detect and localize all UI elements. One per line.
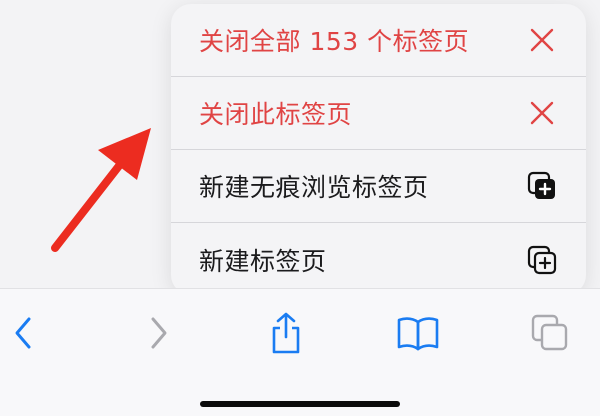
menu-item-label: 关闭此标签页 [199, 100, 353, 129]
back-button[interactable] [2, 311, 46, 355]
chevron-right-icon [151, 317, 167, 349]
close-icon [526, 97, 558, 129]
menu-item-new-private-tab[interactable]: 新建无痕浏览标签页 [171, 150, 586, 223]
tab-context-menu: 关闭全部 153 个标签页 关闭此标签页 新建无痕浏览标签页 新建标签页 [171, 4, 586, 295]
bottom-toolbar [0, 288, 600, 416]
private-tabs-icon [526, 170, 558, 202]
menu-item-label: 新建无痕浏览标签页 [199, 173, 429, 202]
menu-item-new-tab[interactable]: 新建标签页 [171, 223, 586, 295]
menu-item-close-all-tabs[interactable]: 关闭全部 153 个标签页 [171, 4, 586, 77]
menu-item-label: 新建标签页 [199, 246, 327, 276]
bookmarks-button[interactable] [396, 311, 440, 355]
chevron-left-icon [15, 317, 31, 349]
forward-button [136, 311, 180, 355]
menu-item-close-this-tab[interactable]: 关闭此标签页 [171, 77, 586, 150]
menu-item-label: 关闭全部 153 个标签页 [199, 27, 470, 56]
tabs-button [528, 311, 572, 355]
book-icon [397, 317, 439, 351]
tabs-icon [531, 314, 568, 351]
home-indicator[interactable] [200, 401, 400, 407]
close-icon [526, 24, 558, 56]
share-icon [272, 312, 300, 354]
share-button[interactable] [264, 311, 308, 355]
new-tab-icon [526, 244, 558, 276]
